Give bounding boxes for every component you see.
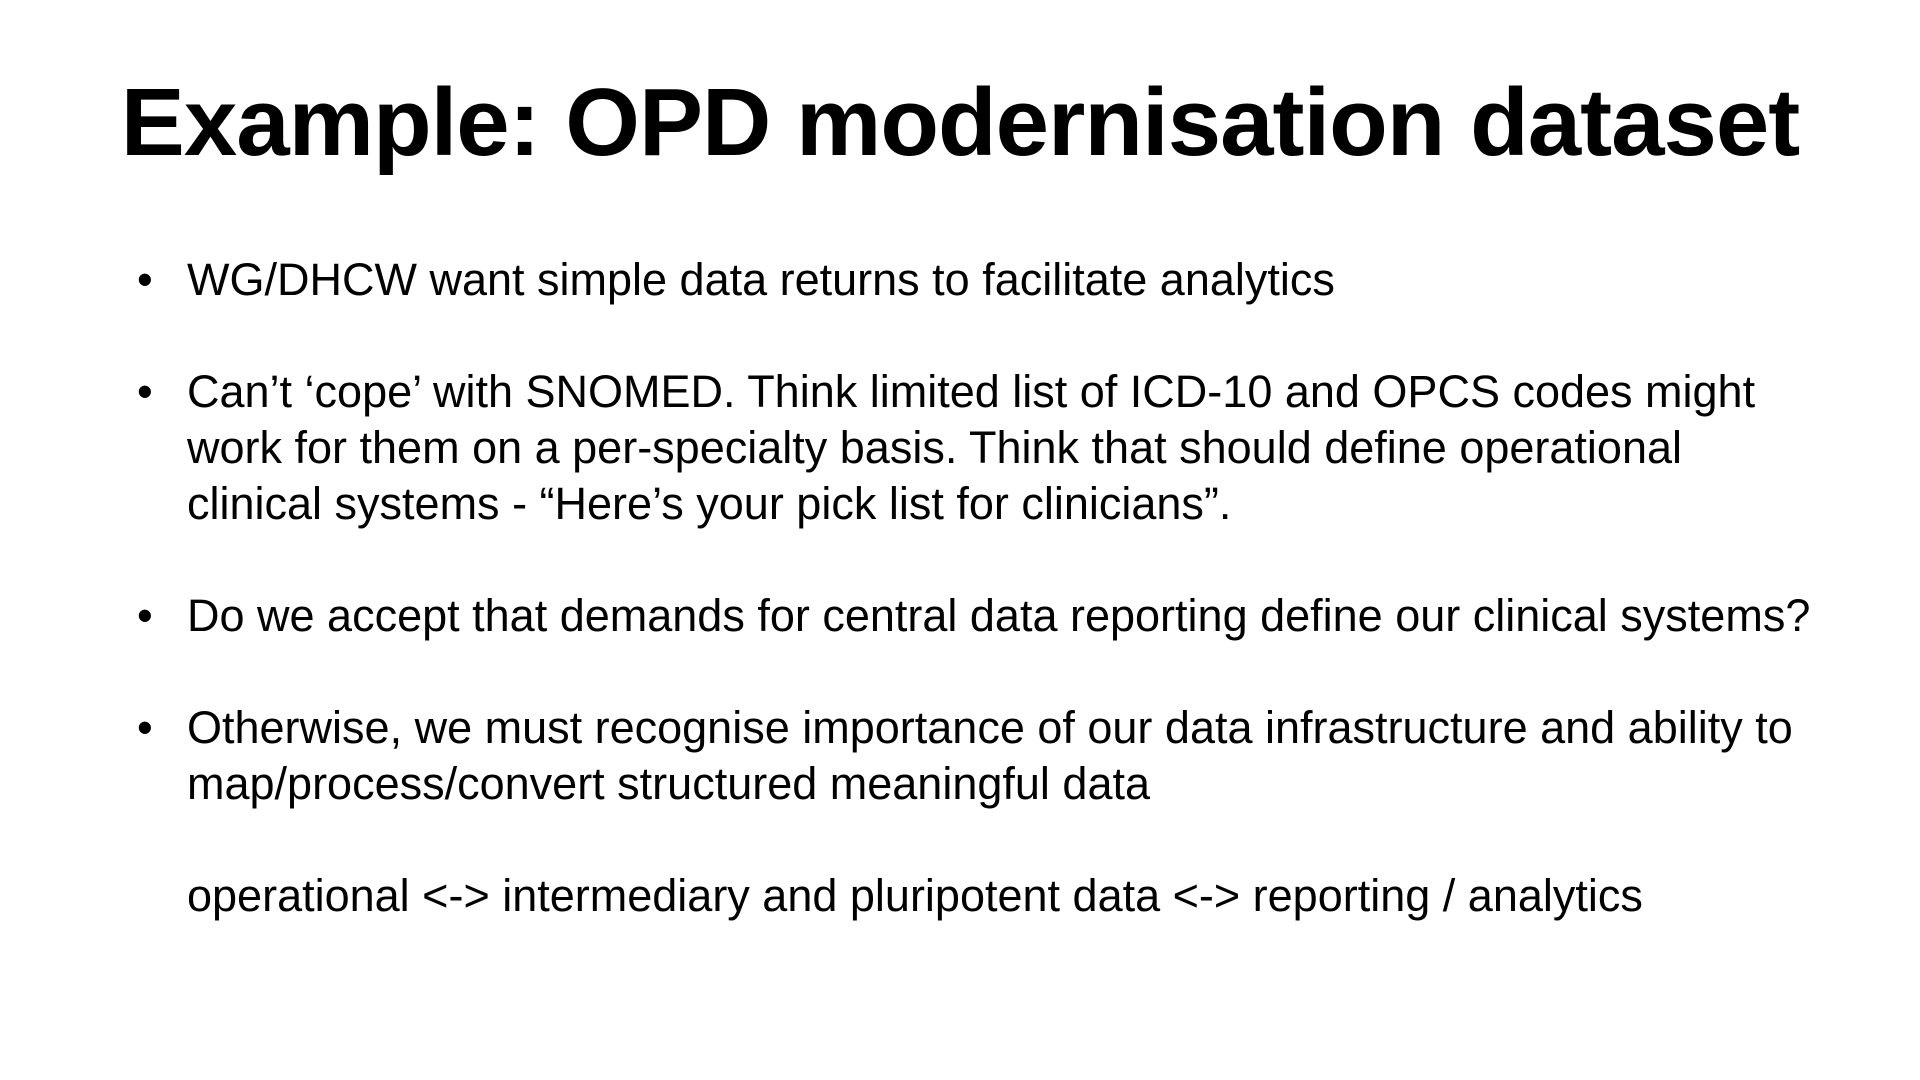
- bullet-item: • WG/DHCW want simple data returns to fa…: [137, 252, 1817, 308]
- bullet-item: • Can’t ‘cope’ with SNOMED. Think limite…: [137, 364, 1817, 532]
- bullet-item: • Do we accept that demands for central …: [137, 588, 1817, 644]
- bullet-text: Do we accept that demands for central da…: [187, 590, 1811, 641]
- bullet-subtext: operational <-> intermediary and pluripo…: [187, 870, 1643, 921]
- slide-title: Example: OPD modernisation dataset: [120, 69, 1800, 176]
- bullet-text: WG/DHCW want simple data returns to faci…: [187, 254, 1335, 305]
- slide: Example: OPD modernisation dataset • WG/…: [0, 0, 1920, 1080]
- bullet-icon: •: [137, 366, 153, 417]
- bullet-icon: •: [137, 590, 153, 641]
- bullet-text: Otherwise, we must recognise importance …: [187, 702, 1793, 809]
- bullet-icon: •: [137, 702, 153, 753]
- bullet-text: Can’t ‘cope’ with SNOMED. Think limited …: [187, 366, 1756, 529]
- bullet-list: • WG/DHCW want simple data returns to fa…: [137, 252, 1817, 980]
- bullet-icon: •: [137, 254, 153, 305]
- bullet-item: • Otherwise, we must recognise importanc…: [137, 700, 1817, 924]
